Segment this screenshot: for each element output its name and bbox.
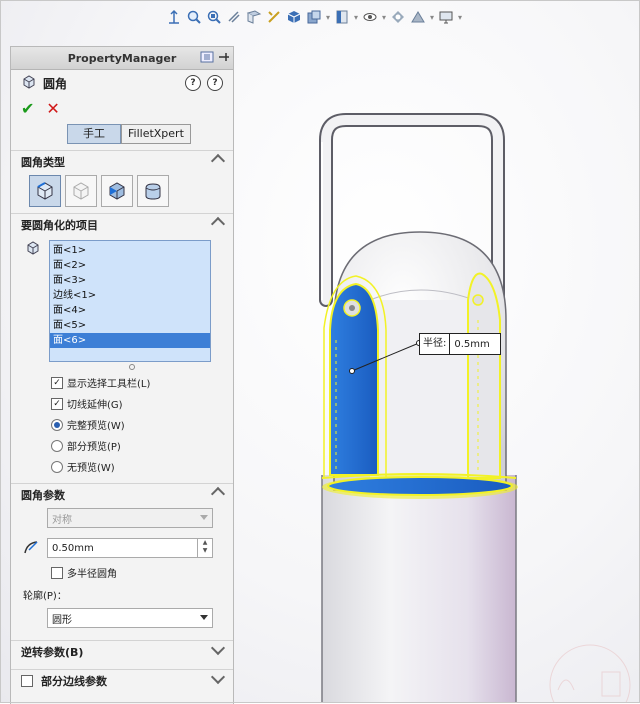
window-frame	[0, 0, 640, 703]
